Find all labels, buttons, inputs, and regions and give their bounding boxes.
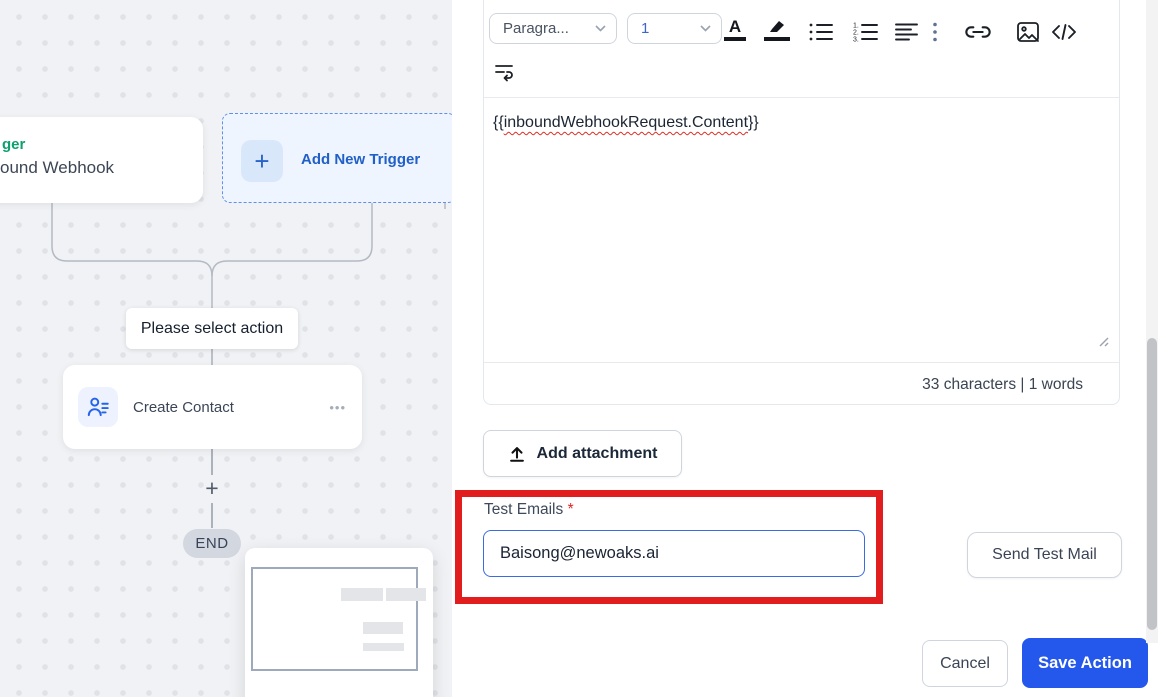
- trigger-type-label: ger: [2, 136, 26, 153]
- more-options-button[interactable]: [932, 18, 938, 46]
- email-body-editor[interactable]: {{inboundWebhookRequest.Content}}: [485, 104, 1118, 354]
- select-action-hint: Please select action: [126, 308, 298, 349]
- scrollbar-thumb[interactable]: [1147, 338, 1157, 630]
- send-test-mail-button[interactable]: Send Test Mail: [967, 532, 1122, 578]
- email-preview-card: [245, 548, 433, 697]
- scrollbar-track: [1146, 0, 1158, 643]
- counter-divider: [484, 362, 1119, 363]
- highlight-color-swatch: [764, 37, 790, 41]
- bullet-list-icon: [809, 23, 833, 41]
- font-size-value: 1: [641, 20, 650, 37]
- cancel-label: Cancel: [940, 654, 990, 672]
- placeholder-bar: [363, 643, 404, 651]
- text-color-swatch: [724, 37, 746, 41]
- chevron-down-icon: [700, 25, 711, 32]
- placeholder-bar: [386, 588, 426, 601]
- add-attachment-button[interactable]: Add attachment: [483, 430, 682, 477]
- text-wrap-button[interactable]: [494, 58, 514, 86]
- svg-text:2.: 2.: [853, 30, 859, 37]
- merge-tag-close: }}: [748, 114, 759, 131]
- save-action-button[interactable]: Save Action: [1022, 638, 1148, 688]
- code-view-button[interactable]: [1050, 18, 1078, 46]
- add-new-trigger-label: Add New Trigger: [301, 150, 421, 168]
- more-vertical-icon: [933, 22, 937, 42]
- chevron-down-icon: [595, 25, 606, 32]
- action-card-create-contact[interactable]: Create Contact •••: [63, 365, 362, 449]
- required-asterisk: *: [567, 501, 574, 518]
- bullet-list-button[interactable]: [808, 18, 834, 46]
- merge-tag-open: {{: [493, 114, 504, 131]
- action-card-label: Create Contact: [133, 398, 234, 416]
- font-size-select[interactable]: 1: [627, 13, 722, 44]
- highlighter-icon: [770, 21, 784, 33]
- paragraph-style-select[interactable]: Paragra...: [489, 13, 617, 44]
- cancel-button[interactable]: Cancel: [922, 640, 1008, 687]
- placeholder-bar: [341, 588, 383, 601]
- insert-link-button[interactable]: [964, 18, 992, 46]
- align-icon: [895, 23, 918, 41]
- contact-icon: [78, 387, 118, 427]
- trigger-name-label: ound Webhook: [0, 158, 115, 177]
- svg-text:3.: 3.: [853, 37, 859, 44]
- ordered-list-icon: 1. 2. 3.: [853, 23, 878, 44]
- image-icon: [1017, 22, 1039, 42]
- align-button[interactable]: [894, 18, 919, 46]
- trigger-card-inbound-webhook[interactable]: ger ound Webhook: [0, 117, 203, 203]
- test-emails-input[interactable]: [483, 530, 865, 577]
- textarea-resize-handle[interactable]: [1096, 334, 1110, 348]
- add-step-plus-button[interactable]: +: [197, 474, 227, 502]
- toolbar-divider: [484, 97, 1119, 98]
- highlight-color-button[interactable]: [764, 16, 790, 44]
- text-color-icon: A: [728, 17, 742, 37]
- preview-thumbnail-frame: [251, 567, 418, 671]
- insert-image-button[interactable]: [1016, 18, 1040, 46]
- test-emails-label: Test Emails *: [484, 501, 574, 518]
- placeholder-bar: [363, 622, 403, 634]
- ordered-list-button[interactable]: 1. 2. 3.: [852, 18, 879, 46]
- action-card-menu-button[interactable]: •••: [329, 365, 346, 449]
- paragraph-style-value: Paragra...: [503, 20, 569, 37]
- upload-icon: [509, 446, 524, 462]
- add-attachment-label: Add attachment: [536, 444, 658, 462]
- text-color-button[interactable]: A: [724, 16, 746, 44]
- plus-icon: +: [241, 140, 283, 182]
- svg-text:1.: 1.: [853, 23, 859, 30]
- link-icon: [965, 26, 991, 38]
- add-new-trigger-button[interactable]: + Add New Trigger: [222, 113, 456, 203]
- send-test-mail-label: Send Test Mail: [992, 546, 1097, 563]
- end-badge: END: [183, 529, 241, 558]
- character-counter: 33 characters | 1 words: [922, 376, 1083, 393]
- text-wrap-icon: [495, 65, 513, 82]
- workflow-canvas[interactable]: ger ound Webhook + Add New Trigger Pleas…: [0, 0, 456, 697]
- save-action-label: Save Action: [1038, 653, 1132, 672]
- email-action-panel: Paragra... 1 A 1. 2. 3. {{inboundWebhook…: [452, 0, 1158, 697]
- code-icon: [1052, 24, 1076, 40]
- merge-tag-token: inboundWebhookRequest.Content: [503, 114, 749, 131]
- workflow-builder-screen: ger ound Webhook + Add New Trigger Pleas…: [0, 0, 1158, 697]
